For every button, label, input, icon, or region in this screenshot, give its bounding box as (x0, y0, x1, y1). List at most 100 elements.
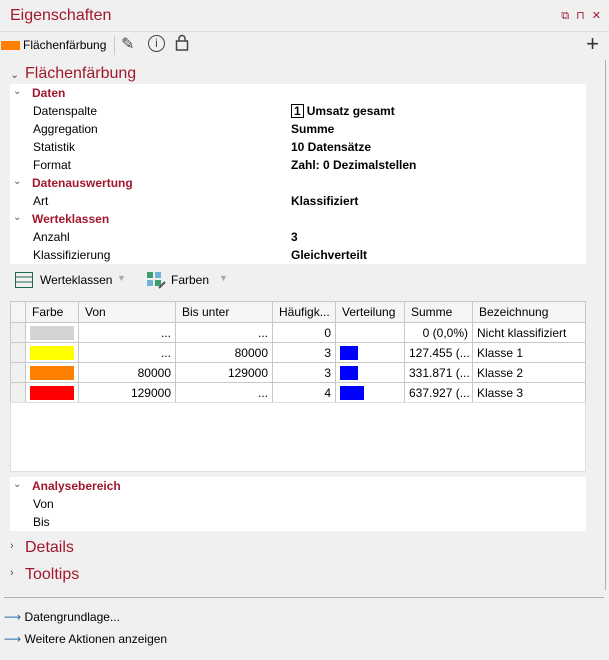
cell-summe[interactable]: 331.871 (... (404, 362, 473, 383)
prop-value: Klassifiziert (291, 194, 359, 208)
table-row[interactable]: ...... 0 0 (0,0%) Nicht klassifiziert (10, 322, 586, 343)
cell-name[interactable]: Nicht klassifiziert (472, 322, 586, 343)
section-tooltips-title: Tooltips (25, 566, 80, 583)
chevron-right-icon[interactable]: › (10, 540, 14, 552)
cell-color[interactable] (25, 342, 79, 363)
link-weitere-aktionen[interactable]: ⟶ Weitere Aktionen anzeigen (4, 632, 167, 650)
list-icon[interactable] (15, 272, 33, 291)
prop-key: Bis (33, 515, 50, 529)
chevron-down-icon[interactable]: ⌄ (13, 176, 21, 187)
palette-icon[interactable] (145, 270, 167, 293)
window-controls[interactable]: ⧉ ⊓ ✕ (561, 9, 603, 23)
cell-bis[interactable]: 129000 (175, 362, 273, 383)
class-color-swatch[interactable] (30, 325, 74, 340)
prop-format[interactable]: Format Zahl: 0 Dezimalstellen (10, 156, 586, 174)
prop-key: Art (33, 194, 49, 208)
link-datengrundlage-label[interactable]: Datengrundlage... (25, 610, 120, 624)
row-selector[interactable] (10, 382, 26, 403)
cell-distribution[interactable] (335, 322, 405, 343)
cell-bis[interactable]: ... (175, 382, 273, 403)
cell-color[interactable] (25, 362, 79, 383)
cell-summe[interactable]: 637.927 (... (404, 382, 473, 403)
section-details[interactable]: › Details (0, 537, 609, 559)
group-werteklassen[interactable]: ⌄ Werteklassen (10, 210, 586, 228)
add-icon[interactable]: + (586, 31, 599, 57)
class-color-swatch[interactable] (30, 385, 74, 400)
link-datengrundlage[interactable]: ⟶ Datengrundlage... (4, 610, 120, 628)
magic-wand-icon[interactable]: ✎ (121, 34, 134, 54)
chevron-down-icon[interactable]: ⌄ (10, 68, 19, 81)
lock-icon[interactable] (175, 34, 189, 56)
cell-von[interactable]: ... (78, 322, 176, 343)
col-von[interactable]: Von (78, 301, 176, 323)
cell-bis[interactable]: 80000 (175, 342, 273, 363)
info-icon[interactable]: i (148, 35, 165, 52)
prop-statistik[interactable]: Statistik 10 Datensätze (10, 138, 586, 156)
chevron-right-icon[interactable]: › (10, 567, 14, 579)
chevron-down-icon[interactable]: ⌄ (13, 479, 21, 490)
cell-name[interactable]: Klasse 3 (472, 382, 586, 403)
close-icon[interactable]: ✕ (592, 10, 603, 22)
chevron-down-icon[interactable]: ▼ (117, 273, 126, 283)
col-farbe[interactable]: Farbe (25, 301, 79, 323)
arrow-right-icon: ⟶ (4, 632, 22, 646)
row-selector[interactable] (10, 322, 26, 343)
col-bis[interactable]: Bis unter (175, 301, 273, 323)
col-verteilung[interactable]: Verteilung (335, 301, 405, 323)
cell-distribution[interactable] (335, 342, 405, 363)
chevron-down-icon[interactable]: ▼ (219, 273, 228, 283)
group-daten[interactable]: ⌄ Daten (10, 84, 586, 102)
cell-name[interactable]: Klasse 1 (472, 342, 586, 363)
cell-color[interactable] (25, 382, 79, 403)
cell-distribution[interactable] (335, 382, 405, 403)
prop-art[interactable]: Art Klassifiziert (10, 192, 586, 210)
row-selector[interactable] (10, 362, 26, 383)
cell-von[interactable]: 129000 (78, 382, 176, 403)
table-empty-area (10, 402, 586, 472)
group-daten-title: Daten (32, 86, 66, 100)
layer-name-label: Flächenfärbung (23, 38, 107, 52)
cell-von[interactable]: ... (78, 342, 176, 363)
col-haeufigkeit[interactable]: Häufigk... (272, 301, 336, 323)
col-bezeichnung[interactable]: Bezeichnung (472, 301, 586, 323)
cell-count[interactable]: 4 (272, 382, 336, 403)
link-weitere-label[interactable]: Weitere Aktionen anzeigen (25, 632, 168, 646)
chevron-down-icon[interactable]: ⌄ (13, 86, 21, 97)
group-datenauswertung[interactable]: ⌄ Datenauswertung (10, 174, 586, 192)
row-selector[interactable] (10, 342, 26, 363)
class-color-swatch[interactable] (30, 345, 74, 360)
prop-key: Anzahl (33, 230, 70, 244)
float-icon[interactable]: ⧉ (561, 10, 571, 22)
section-fill[interactable]: ⌄ Flächenfärbung (0, 63, 609, 85)
cell-von[interactable]: 80000 (78, 362, 176, 383)
section-tooltips[interactable]: › Tooltips (0, 564, 609, 586)
cell-color[interactable] (25, 322, 79, 343)
prop-value: Zahl: 0 Dezimalstellen (291, 158, 417, 172)
cell-count[interactable]: 3 (272, 342, 336, 363)
chevron-down-icon[interactable]: ⌄ (13, 212, 21, 223)
cell-count[interactable]: 3 (272, 362, 336, 383)
cell-name[interactable]: Klasse 2 (472, 362, 586, 383)
class-color-swatch[interactable] (30, 365, 74, 380)
group-analysebereich[interactable]: ⌄ Analysebereich (10, 477, 586, 495)
prop-anzahl[interactable]: Anzahl 3 (10, 228, 586, 246)
table-row[interactable]: 80000 129000 3 331.871 (... Klasse 2 (10, 362, 586, 383)
prop-aggregation[interactable]: Aggregation Summe (10, 120, 586, 138)
cell-bis[interactable]: ... (175, 322, 273, 343)
cell-count[interactable]: 0 (272, 322, 336, 343)
table-row[interactable]: ... 80000 3 127.455 (... Klasse 1 (10, 342, 586, 363)
prop-value: Umsatz gesamt (306, 104, 395, 118)
pin-icon[interactable]: ⊓ (576, 10, 587, 22)
werteklassen-button[interactable]: Werteklassen (40, 273, 112, 287)
cell-summe[interactable]: 127.455 (... (404, 342, 473, 363)
prop-analyse-von[interactable]: Von (10, 495, 586, 513)
prop-datenspalte[interactable]: Datenspalte 1 Umsatz gesamt (10, 102, 586, 120)
cell-summe[interactable]: 0 (0,0%) (404, 322, 473, 343)
cell-distribution[interactable] (335, 362, 405, 383)
prop-klassifizierung[interactable]: Klassifizierung Gleichverteilt (10, 246, 586, 264)
col-summe[interactable]: Summe (404, 301, 473, 323)
table-header-row: Farbe Von Bis unter Häufigk... Verteilun… (10, 301, 586, 323)
prop-analyse-bis[interactable]: Bis (10, 513, 586, 531)
table-row[interactable]: 129000... 4 637.927 (... Klasse 3 (10, 382, 586, 403)
farben-button[interactable]: Farben (171, 273, 209, 287)
